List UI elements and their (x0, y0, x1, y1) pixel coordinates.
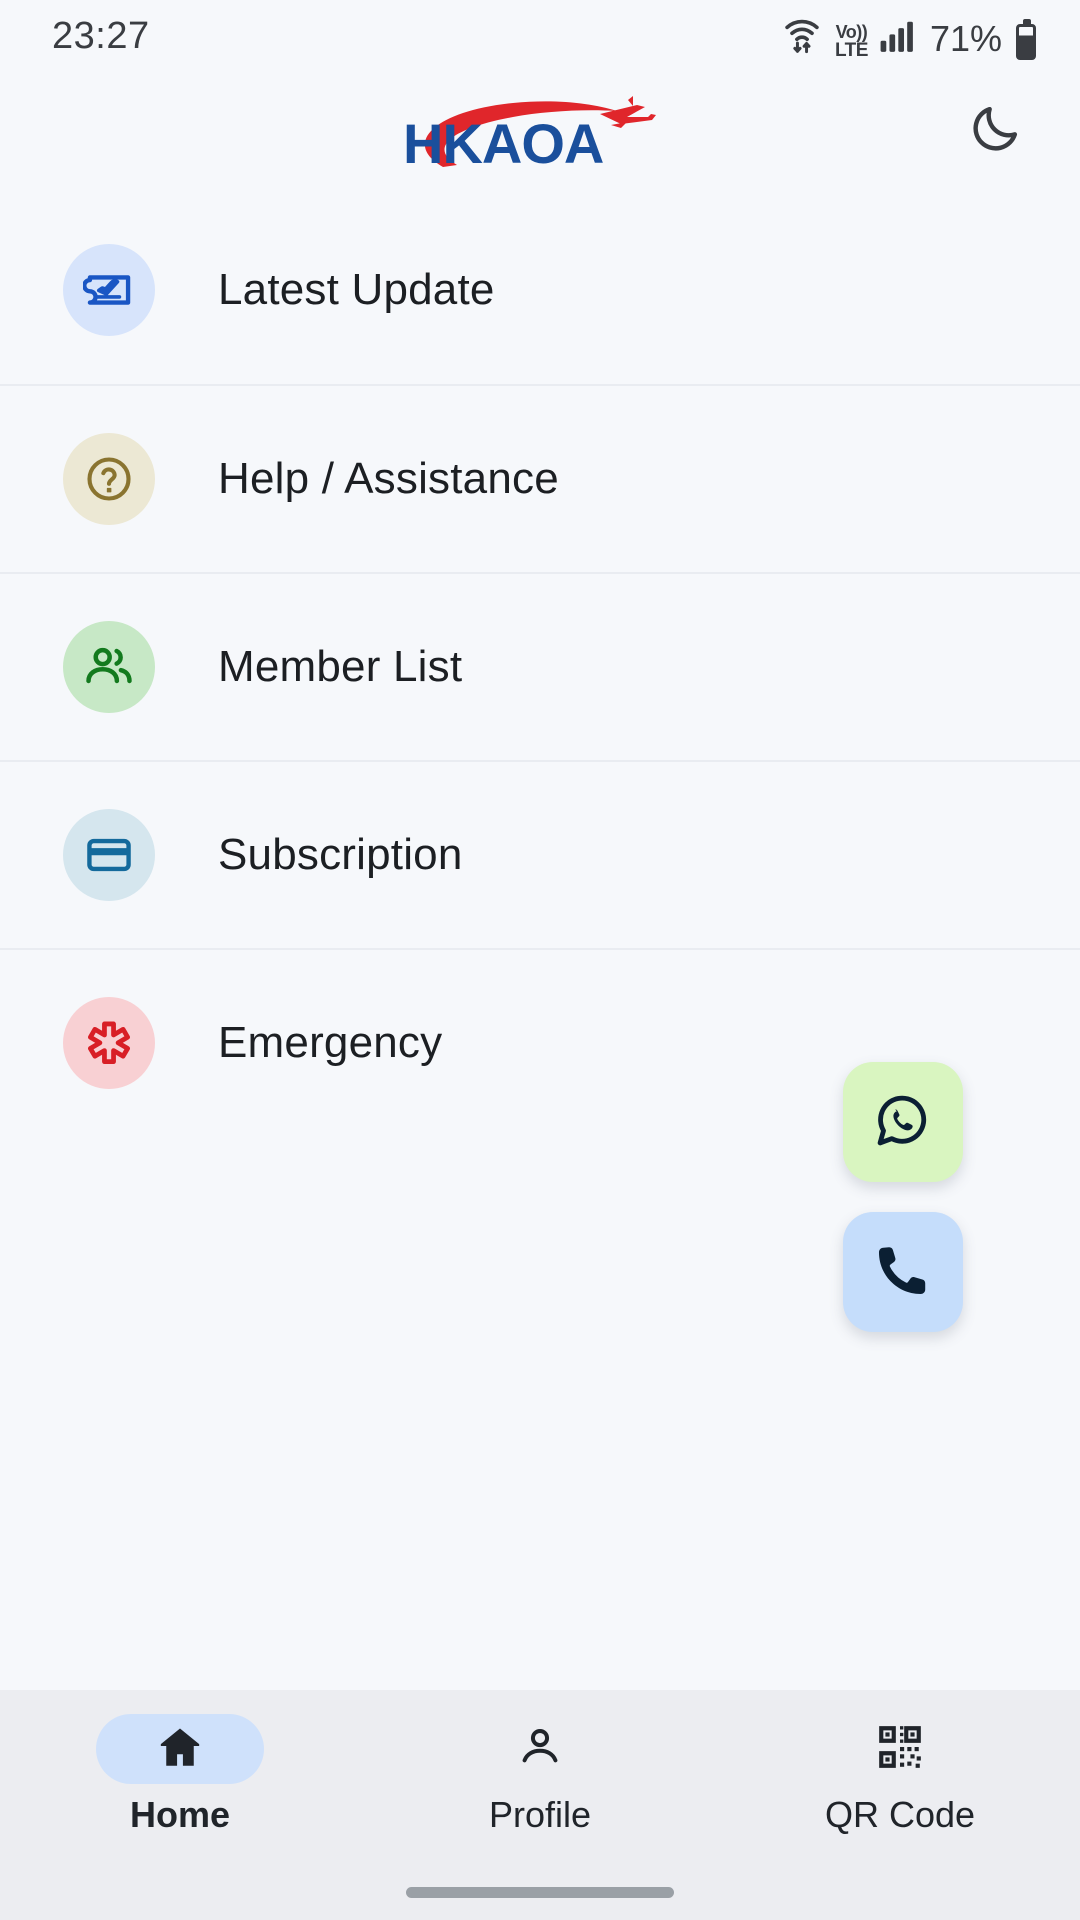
home-icon (155, 1722, 205, 1777)
nav-item-label: Home (129, 1794, 231, 1835)
menu-item-label: Latest Update (218, 265, 495, 314)
status-indicators: Vo)) LTE 71% (779, 13, 1036, 60)
menu-item-label: Member List (218, 642, 463, 691)
app-header: HKAOA (0, 72, 1080, 190)
battery-percent-label: 71% (929, 17, 1002, 59)
nav-pill (816, 1714, 984, 1784)
wifi-icon (779, 13, 825, 60)
nav-active-pill (96, 1714, 264, 1784)
nav-item-qr-code[interactable]: QR Code (720, 1714, 1080, 1836)
dark-mode-toggle-button[interactable] (956, 92, 1034, 170)
nav-item-profile[interactable]: Profile (360, 1714, 720, 1836)
person-icon (515, 1722, 565, 1777)
cellular-signal-icon (878, 17, 918, 60)
gesture-home-indicator[interactable] (406, 1887, 674, 1898)
whatsapp-button[interactable] (843, 1062, 963, 1182)
nav-item-home[interactable]: Home (0, 1714, 360, 1836)
hkaoa-logo: HKAOA (395, 91, 685, 175)
battery-icon (1016, 18, 1036, 60)
menu-item-subscription[interactable]: Subscription (0, 760, 1080, 948)
phone-icon (872, 1239, 934, 1306)
menu-item-latest-update[interactable]: Latest Update (0, 196, 1080, 384)
star-of-life-medical-icon (63, 997, 155, 1089)
volte-bottom-label: LTE (834, 39, 868, 61)
nav-pill (456, 1714, 624, 1784)
question-mark-circle-icon (63, 433, 155, 525)
whatsapp-icon (871, 1088, 935, 1157)
bottom-navigation-bar: Home Profile QR Code (0, 1690, 1080, 1920)
nav-item-label: QR Code (824, 1794, 976, 1835)
menu-item-label: Subscription (218, 830, 463, 879)
volte-icon: Vo)) LTE (835, 23, 868, 60)
menu-item-member-list[interactable]: Member List (0, 572, 1080, 760)
nav-item-label: Profile (488, 1794, 592, 1835)
call-button[interactable] (843, 1212, 963, 1332)
flight-ticket-icon (63, 244, 155, 336)
status-time: 23:27 (52, 14, 150, 57)
people-group-icon (63, 621, 155, 713)
menu-item-label: Emergency (218, 1018, 443, 1067)
moon-icon (967, 101, 1023, 162)
volte-top-label: Vo)) (835, 21, 868, 42)
svg-text:HKAOA: HKAOA (403, 112, 603, 171)
app-screen: 23:27 Vo)) LTE 71% HKAOA Latest Update H… (0, 0, 1080, 1920)
menu-item-help-assistance[interactable]: Help / Assistance (0, 384, 1080, 572)
main-menu-list: Latest Update Help / Assistance Member L… (0, 196, 1080, 1136)
menu-item-label: Help / Assistance (218, 454, 559, 503)
status-bar: 23:27 Vo)) LTE 71% (0, 0, 1080, 72)
credit-card-icon (63, 809, 155, 901)
qr-code-icon (875, 1722, 925, 1777)
